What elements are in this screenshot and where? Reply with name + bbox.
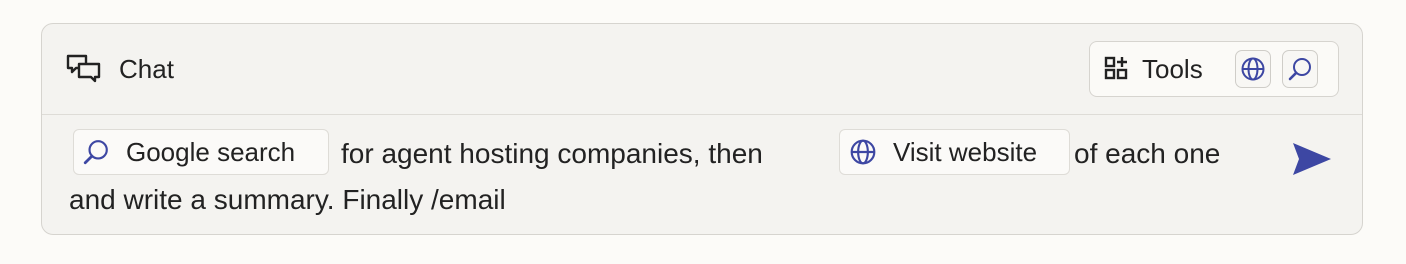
chat-title: Chat [119,54,174,84]
search-icon [83,140,108,165]
message-input[interactable]: Google search for agent hosting companie… [42,115,1362,234]
visit-website-chip[interactable]: Visit website [839,129,1070,175]
message-text-segment: for agent hosting companies, then [341,138,763,169]
google-search-chip-label: Google search [126,136,296,167]
tools-grid-icon [1104,56,1128,80]
chat-bubbles-icon [66,54,101,83]
chat-panel: Chat Tools Google search for agent hosti… [41,23,1363,235]
globe-icon [850,139,876,165]
tools-label: Tools [1142,53,1203,84]
search-tool-button[interactable] [1282,50,1318,88]
message-text-segment: and write a summary. Finally /email [69,184,506,215]
google-search-chip[interactable]: Google search [73,129,329,175]
globe-icon [1241,57,1265,81]
globe-tool-button[interactable] [1235,50,1271,88]
search-icon [1288,58,1311,81]
chat-header: Chat Tools [42,24,1362,115]
send-button[interactable] [1291,141,1333,177]
tools-button[interactable]: Tools [1104,51,1203,87]
tools-toolbar: Tools [1089,41,1339,97]
send-icon [1293,143,1331,175]
visit-website-chip-label: Visit website [893,136,1038,167]
message-text-segment: of each one [1074,138,1221,169]
